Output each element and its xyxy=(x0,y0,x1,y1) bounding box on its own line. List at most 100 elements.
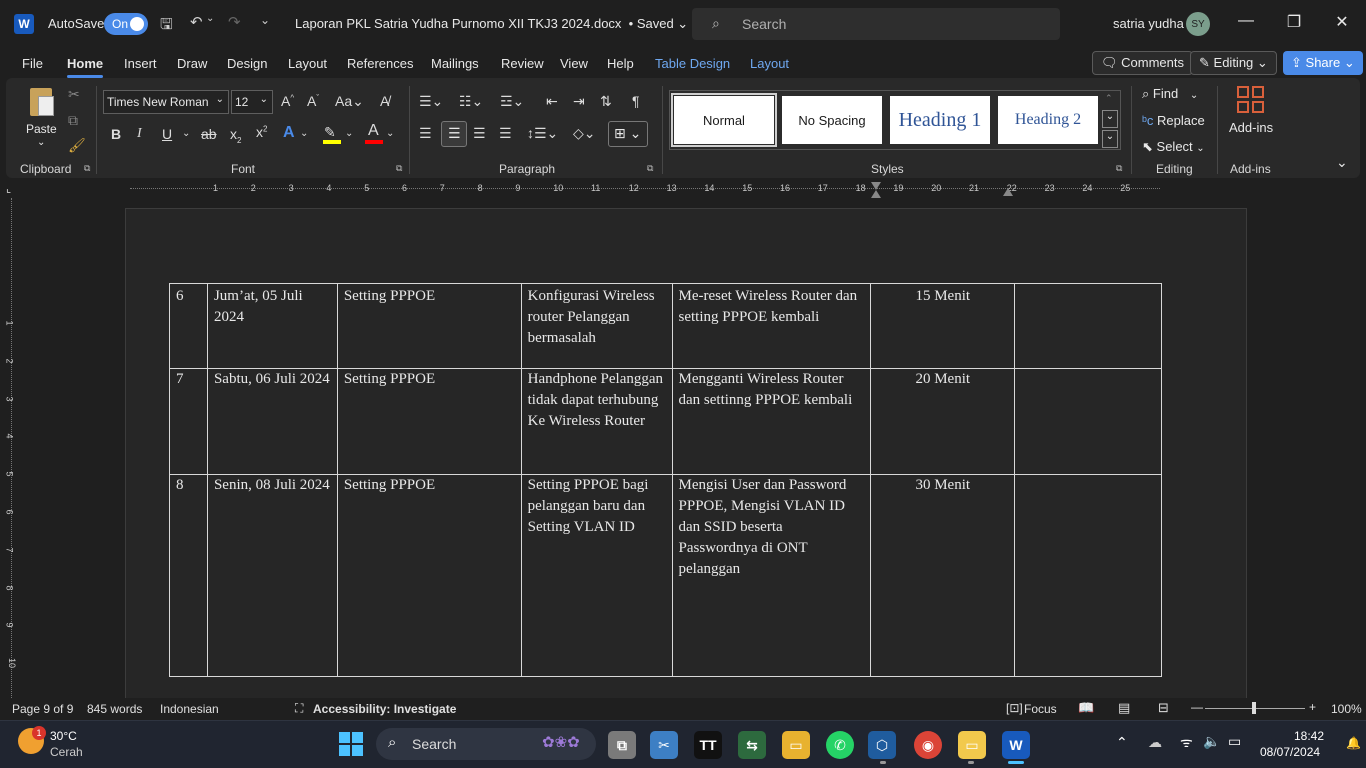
tab-table-design[interactable]: Table Design xyxy=(655,56,730,71)
file-transfer-app-icon[interactable]: ⇆ xyxy=(738,731,766,759)
language[interactable]: Indonesian xyxy=(160,702,219,716)
duration-cell[interactable]: 15 Menit xyxy=(870,283,1016,369)
tab-layout[interactable]: Layout xyxy=(288,56,327,71)
whatsapp-icon[interactable]: ✆ xyxy=(826,731,854,759)
virtualbox-icon[interactable]: ⬡ xyxy=(868,731,896,759)
activity-cell[interactable]: Setting PPPOE xyxy=(336,283,522,369)
indent-marker-icon[interactable] xyxy=(871,182,881,198)
tab-view[interactable]: View xyxy=(560,56,588,71)
decrease-indent-icon[interactable]: ⇤ xyxy=(546,93,558,110)
note-cell[interactable] xyxy=(1014,368,1162,475)
text-effects-dropdown-icon[interactable]: ⌄ xyxy=(300,128,308,139)
add-ins-icon[interactable] xyxy=(1237,86,1265,114)
justify-icon[interactable]: ☰ xyxy=(499,125,512,142)
tiktok-app-icon[interactable]: TT xyxy=(694,731,722,759)
underline-dropdown-icon[interactable]: ⌄ xyxy=(182,128,190,139)
underline-icon[interactable]: U xyxy=(162,126,172,142)
clipboard-launcher-icon[interactable]: ⧉ xyxy=(84,163,90,174)
highlight-icon[interactable]: ✎ xyxy=(324,124,336,141)
line-spacing-icon[interactable]: ↕☰⌄ xyxy=(527,125,558,142)
style-normal[interactable]: Normal xyxy=(671,93,777,147)
close-icon[interactable]: ✕ xyxy=(1330,12,1354,32)
styles-scroll-down-icon[interactable]: ⌄ xyxy=(1102,110,1118,128)
show-formatting-icon[interactable]: ¶ xyxy=(632,93,640,109)
tab-table-layout[interactable]: Layout xyxy=(750,56,789,71)
comments-button[interactable]: 🗨 Comments xyxy=(1092,51,1193,75)
add-ins-button[interactable]: Add-ins xyxy=(1229,120,1273,135)
tab-stop-selector-icon[interactable]: ⌞ xyxy=(6,182,11,195)
tab-review[interactable]: Review xyxy=(501,56,544,71)
replace-button[interactable]: ᵇc Replace xyxy=(1142,113,1205,128)
styles-more-icon[interactable]: ⌄ xyxy=(1102,130,1118,148)
word-taskbar-icon[interactable]: W xyxy=(1002,731,1030,759)
style-heading-2[interactable]: Heading 2 xyxy=(998,96,1098,144)
align-left-icon[interactable]: ☰ xyxy=(419,125,432,142)
align-center-icon[interactable]: ☰ xyxy=(441,121,467,147)
user-name[interactable]: satria yudha xyxy=(1113,16,1184,31)
font-color-icon[interactable]: A xyxy=(368,122,379,140)
solution-cell[interactable]: Mengisi User dan Password PPPOE, Mengisi… xyxy=(671,474,872,677)
clear-formatting-icon[interactable]: A̸ xyxy=(380,93,389,109)
date-cell[interactable]: Sabtu, 06 Juli 2024 xyxy=(206,368,338,475)
document-title[interactable]: Laporan PKL Satria Yudha Purnomo XII TKJ… xyxy=(295,16,688,32)
row-number[interactable]: 6 xyxy=(169,283,208,369)
sort-icon[interactable]: ⇅ xyxy=(600,93,612,110)
problem-cell[interactable]: Handphone Pelanggan tidak dapat terhubun… xyxy=(520,368,673,475)
restore-icon[interactable]: ❐ xyxy=(1282,12,1306,32)
problem-cell[interactable]: Konfigurasi Wireless router Pelanggan be… xyxy=(520,283,673,369)
multilevel-list-icon[interactable]: ☲⌄ xyxy=(500,93,524,110)
font-size-dropdown[interactable]: 12 ⌄ xyxy=(231,90,273,114)
taskbar-search[interactable]: ⌕ Search ✿❀✿ xyxy=(376,728,596,760)
solution-cell[interactable]: Me-reset Wireless Router dan setting PPP… xyxy=(671,283,872,369)
customize-icon[interactable]: ⌄ xyxy=(260,13,270,27)
duration-cell[interactable]: 20 Menit xyxy=(870,368,1016,475)
activity-cell[interactable]: Setting PPPOE xyxy=(336,474,522,677)
focus-button[interactable]: Focus xyxy=(1024,702,1057,716)
chrome-icon[interactable]: ◉ xyxy=(914,731,942,759)
zoom-slider-thumb[interactable] xyxy=(1252,702,1256,714)
font-color-dropdown-icon[interactable]: ⌄ xyxy=(386,128,394,139)
zoom-in-icon[interactable]: + xyxy=(1309,700,1316,714)
clock-time[interactable]: 18:42 xyxy=(1294,729,1324,743)
superscript-icon[interactable]: x2 xyxy=(256,124,267,140)
notifications-icon[interactable]: 🔔 xyxy=(1346,736,1361,750)
tab-design[interactable]: Design xyxy=(227,56,267,71)
styles-scroll-up-icon[interactable]: ⌃ xyxy=(1105,93,1113,104)
undo-icon[interactable]: ↶ xyxy=(190,13,203,31)
bold-icon[interactable]: B xyxy=(111,126,121,142)
redo-icon[interactable]: ↷ xyxy=(228,13,241,31)
avatar[interactable]: SY xyxy=(1186,12,1210,36)
tray-overflow-icon[interactable]: ⌃ xyxy=(1116,734,1128,751)
minimize-icon[interactable]: — xyxy=(1234,12,1258,30)
snipping-tool-icon[interactable]: ✂ xyxy=(650,731,678,759)
tab-help[interactable]: Help xyxy=(607,56,634,71)
activity-cell[interactable]: Setting PPPOE xyxy=(336,368,522,475)
italic-icon[interactable]: I xyxy=(137,126,142,142)
problem-cell[interactable]: Setting PPPOE bagi pelanggan baru dan Se… xyxy=(520,474,673,677)
tab-references[interactable]: References xyxy=(347,56,413,71)
table-row[interactable]: 7 Sabtu, 06 Juli 2024 Setting PPPOE Handpho… xyxy=(169,368,1162,475)
tab-insert[interactable]: Insert xyxy=(124,56,157,71)
row-number[interactable]: 8 xyxy=(169,474,208,677)
battery-icon[interactable]: ▭ xyxy=(1228,733,1241,750)
table-row[interactable]: 8 Senin, 08 Juli 2024 Setting PPPOE Setting… xyxy=(169,474,1162,677)
increase-indent-icon[interactable]: ⇥ xyxy=(573,93,585,110)
undo-dropdown-icon[interactable]: ⌄ xyxy=(206,13,214,24)
row-number[interactable]: 7 xyxy=(169,368,208,475)
folder-app-icon[interactable]: ▭ xyxy=(958,731,986,759)
paste-dropdown-icon[interactable]: ⌄ xyxy=(37,137,45,148)
task-view-icon[interactable]: ⧉ xyxy=(608,731,636,759)
styles-launcher-icon[interactable]: ⧉ xyxy=(1116,163,1122,174)
zoom-out-icon[interactable]: — xyxy=(1191,700,1203,714)
copy-icon[interactable]: ⧉ xyxy=(68,112,78,129)
clock-date[interactable]: 08/07/2024 xyxy=(1260,745,1320,759)
search-box[interactable]: ⌕ Search xyxy=(692,8,1060,40)
accessibility-status[interactable]: Accessibility: Investigate xyxy=(313,702,456,716)
activity-table[interactable]: 6 Jum’at, 05 Juli 2024 Setting PPPOE Konfig… xyxy=(169,283,1162,677)
file-explorer-icon[interactable]: ▭ xyxy=(782,731,810,759)
print-layout-icon[interactable]: ▤ xyxy=(1118,700,1130,716)
format-painter-icon[interactable]: 🖌 xyxy=(68,137,86,154)
strikethrough-icon[interactable]: ab xyxy=(201,126,217,142)
read-mode-icon[interactable]: 📖 xyxy=(1078,700,1094,716)
highlight-dropdown-icon[interactable]: ⌄ xyxy=(345,128,353,139)
